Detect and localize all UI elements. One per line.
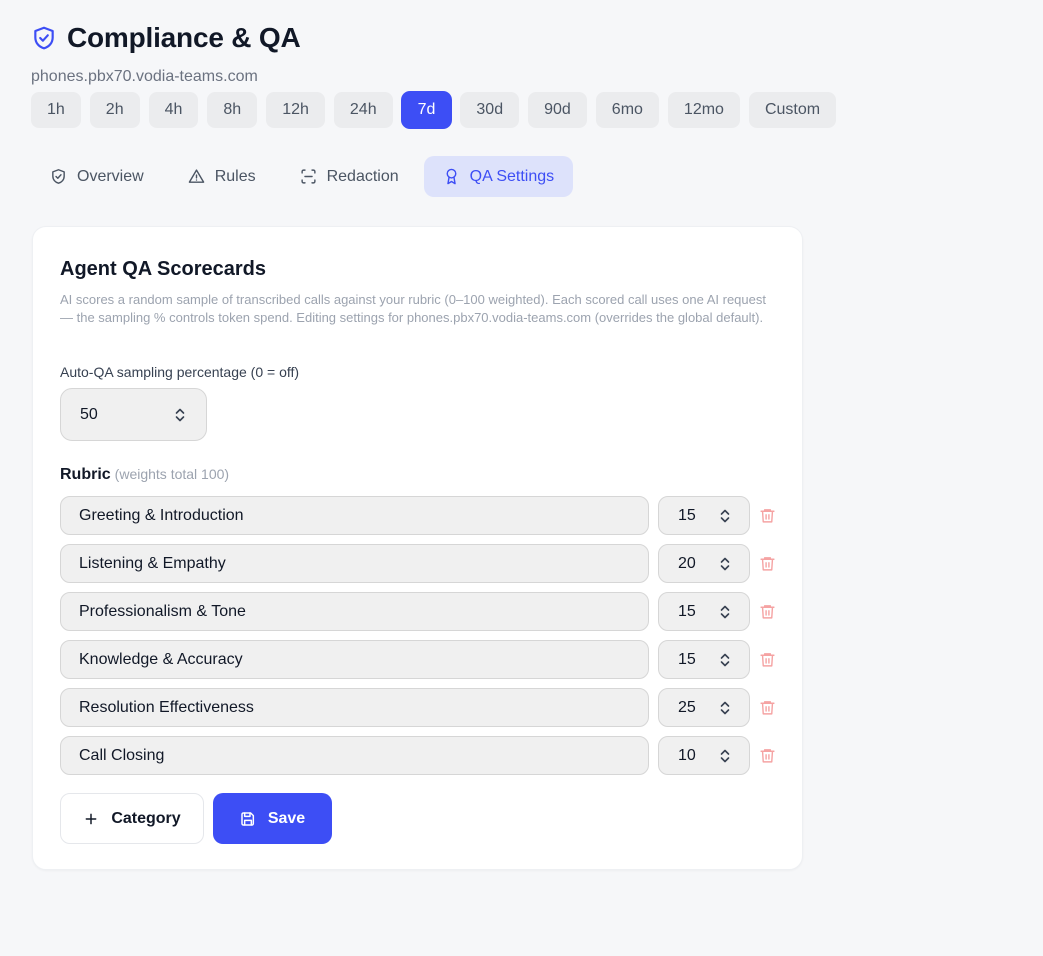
trash-icon[interactable]: [759, 555, 776, 572]
stepper-arrows-icon[interactable]: [719, 604, 731, 620]
rubric-row: Greeting & Introduction 15: [60, 496, 776, 535]
tab-overview[interactable]: Overview: [31, 156, 163, 197]
card-title: Agent QA Scorecards: [60, 258, 266, 280]
time-range-selector: 1h 2h 4h 8h 12h 24h 7d 30d 90d 6mo 12mo …: [31, 92, 837, 128]
sampling-label: Auto-QA sampling percentage (0 = off): [60, 364, 300, 380]
rubric-hint: (weights total 100): [114, 466, 230, 482]
weight-value: 10: [678, 746, 696, 764]
sampling-percentage-input[interactable]: 50: [60, 388, 207, 441]
rubric-category-input[interactable]: Resolution Effectiveness: [60, 688, 649, 727]
rubric-weight-input[interactable]: 10: [658, 736, 750, 775]
rubric-weight-input[interactable]: 15: [658, 640, 750, 679]
rubric-weight-input[interactable]: 20: [658, 544, 750, 583]
range-custom[interactable]: Custom: [748, 92, 837, 128]
qa-scorecards-card: Agent QA Scorecards AI scores a random s…: [32, 226, 803, 870]
stepper-arrows-icon[interactable]: [174, 407, 186, 423]
rubric-row: Professionalism & Tone 15: [60, 592, 776, 631]
rubric-heading: Rubric (weights total 100): [60, 466, 229, 484]
tab-label: Redaction: [326, 167, 399, 185]
range-8h[interactable]: 8h: [207, 92, 258, 128]
tab-label: Rules: [214, 167, 256, 185]
section-tabs: Overview Rules Redaction QA Settings: [31, 156, 574, 197]
warning-triangle-icon: [188, 169, 204, 183]
stepper-arrows-icon[interactable]: [719, 556, 731, 572]
range-2h[interactable]: 2h: [89, 92, 140, 128]
range-1h[interactable]: 1h: [31, 92, 81, 128]
stepper-arrows-icon[interactable]: [719, 700, 731, 716]
scan-icon: [301, 169, 316, 184]
weight-value: 15: [678, 602, 696, 620]
rubric-weight-input[interactable]: 15: [658, 496, 750, 535]
trash-icon[interactable]: [759, 747, 776, 764]
range-12h[interactable]: 12h: [266, 92, 325, 128]
weight-value: 25: [678, 698, 696, 716]
domain-subtitle: phones.pbx70.vodia-teams.com: [31, 68, 258, 85]
shield-check-icon: [34, 26, 54, 50]
weight-value: 20: [678, 554, 696, 572]
trash-icon[interactable]: [759, 507, 776, 524]
rubric-category-input[interactable]: Professionalism & Tone: [60, 592, 649, 631]
save-button[interactable]: Save: [213, 793, 332, 844]
rubric-row: Listening & Empathy 20: [60, 544, 776, 583]
rubric-row: Call Closing 10: [60, 736, 776, 775]
plus-icon: [85, 813, 97, 824]
weight-value: 15: [678, 650, 696, 668]
stepper-arrows-icon[interactable]: [719, 508, 731, 524]
rubric-row: Knowledge & Accuracy 15: [60, 640, 776, 679]
trash-icon[interactable]: [759, 603, 776, 620]
shield-check-icon: [52, 169, 65, 184]
tab-qa-settings[interactable]: QA Settings: [423, 156, 574, 197]
save-label: Save: [267, 809, 306, 827]
rubric-category-input[interactable]: Greeting & Introduction: [60, 496, 649, 535]
tab-redaction[interactable]: Redaction: [281, 156, 418, 197]
add-category-label: Category: [111, 809, 181, 827]
tab-rules[interactable]: Rules: [169, 156, 275, 197]
save-icon: [241, 811, 254, 826]
sampling-value: 50: [80, 405, 98, 423]
range-7d[interactable]: 7d: [401, 92, 452, 128]
weight-value: 15: [678, 506, 696, 524]
rubric-weight-input[interactable]: 25: [658, 688, 750, 727]
trash-icon[interactable]: [759, 651, 776, 668]
page-title: Compliance & QA: [67, 22, 301, 53]
range-4h[interactable]: 4h: [148, 92, 199, 128]
card-description: AI scores a random sample of transcribed…: [60, 292, 766, 325]
range-6mo[interactable]: 6mo: [595, 92, 659, 128]
range-12mo[interactable]: 12mo: [667, 92, 740, 128]
trash-icon[interactable]: [759, 699, 776, 716]
rubric-category-input[interactable]: Listening & Empathy: [60, 544, 649, 583]
award-icon: [446, 168, 457, 185]
rubric-row: Resolution Effectiveness 25: [60, 688, 776, 727]
range-90d[interactable]: 90d: [528, 92, 587, 128]
rubric-weight-input[interactable]: 15: [658, 592, 750, 631]
page-header: Compliance & QA phones.pbx70.vodia-teams…: [31, 20, 301, 86]
tab-label: QA Settings: [469, 167, 555, 185]
tab-label: Overview: [77, 167, 144, 185]
range-30d[interactable]: 30d: [460, 92, 520, 128]
rubric-category-input[interactable]: Call Closing: [60, 736, 649, 775]
range-24h[interactable]: 24h: [333, 92, 393, 128]
rubric-category-input[interactable]: Knowledge & Accuracy: [60, 640, 649, 679]
add-category-button[interactable]: Category: [60, 793, 204, 844]
stepper-arrows-icon[interactable]: [719, 748, 731, 764]
stepper-arrows-icon[interactable]: [719, 652, 731, 668]
rubric-label: Rubric: [60, 466, 111, 483]
